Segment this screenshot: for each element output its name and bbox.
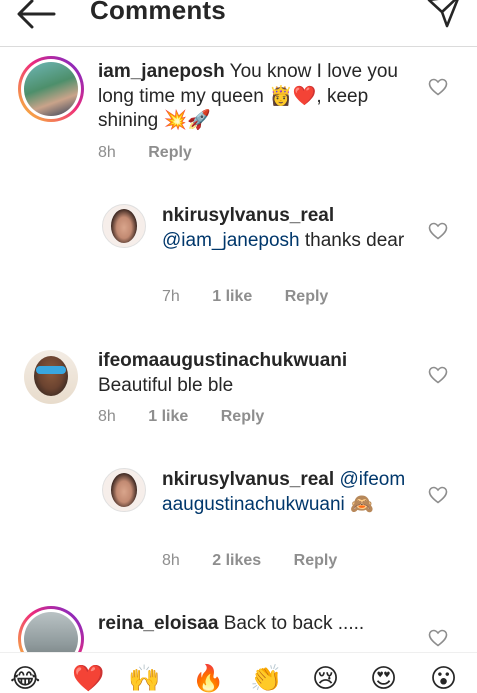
comment-username[interactable]: nkirusylvanus_real	[162, 205, 334, 226]
reply-button[interactable]: Reply	[294, 552, 338, 569]
avatar[interactable]	[18, 56, 84, 122]
comment-time: 8h	[98, 408, 116, 425]
reply-button[interactable]: Reply	[285, 288, 329, 305]
like-count[interactable]: 2 likes	[212, 552, 261, 569]
comments-header: Comments	[0, 0, 477, 47]
like-count[interactable]: 1 like	[148, 408, 188, 425]
reply-button[interactable]: Reply	[148, 144, 192, 161]
laughing-emoji-icon[interactable]: 😂	[10, 663, 40, 693]
page-title: Comments	[90, 0, 226, 25]
direct-send-icon[interactable]	[425, 0, 463, 30]
comment-username[interactable]: iam_janeposh	[98, 61, 225, 82]
comment-text: thanks dear	[299, 229, 405, 251]
comment-time: 8h	[98, 144, 116, 161]
comment-username[interactable]: nkirusylvanus_real	[162, 469, 334, 490]
comment-username[interactable]: ifeomaaugustinachukwuani	[98, 350, 347, 371]
back-arrow-icon[interactable]	[14, 0, 58, 32]
comment-text: Back to back .....	[223, 613, 365, 634]
heart-eyes-emoji-icon[interactable]: 😍	[370, 663, 397, 693]
avatar[interactable]	[102, 204, 146, 248]
like-heart-icon[interactable]	[428, 222, 448, 240]
comment-username[interactable]: reina_eloisaa	[98, 613, 218, 634]
like-heart-icon[interactable]	[428, 78, 448, 96]
comment-meta: 8h 2 likes Reply	[162, 552, 337, 570]
comment-meta: 7h 1 like Reply	[162, 288, 328, 306]
crying-emoji-icon[interactable]: 😢	[312, 663, 339, 693]
emoji-reaction-bar: 😂 ❤️ 🙌 🔥 👏 😢 😍 😮	[0, 652, 477, 693]
heart-emoji-icon[interactable]: ❤️	[72, 663, 104, 693]
mention-link[interactable]: @iam_janeposh	[162, 230, 300, 251]
avatar[interactable]	[102, 468, 146, 512]
like-heart-icon[interactable]	[428, 366, 448, 384]
like-heart-icon[interactable]	[428, 629, 448, 647]
comment-text: 🙈	[344, 493, 374, 515]
surprised-emoji-icon[interactable]: 😮	[430, 663, 457, 693]
raised-hands-emoji-icon[interactable]: 🙌	[128, 663, 160, 693]
avatar[interactable]	[24, 350, 78, 404]
clapping-emoji-icon[interactable]: 👏	[250, 663, 282, 693]
comment-time: 8h	[162, 552, 180, 569]
comment-text: Beautiful ble ble	[98, 374, 234, 396]
fire-emoji-icon[interactable]: 🔥	[192, 663, 224, 693]
like-count[interactable]: 1 like	[212, 288, 252, 305]
comment-meta: 8h Reply	[98, 144, 192, 162]
reply-button[interactable]: Reply	[221, 408, 265, 425]
comment-meta: 8h 1 like Reply	[98, 408, 264, 426]
comment-time: 7h	[162, 288, 180, 305]
like-heart-icon[interactable]	[428, 486, 448, 504]
